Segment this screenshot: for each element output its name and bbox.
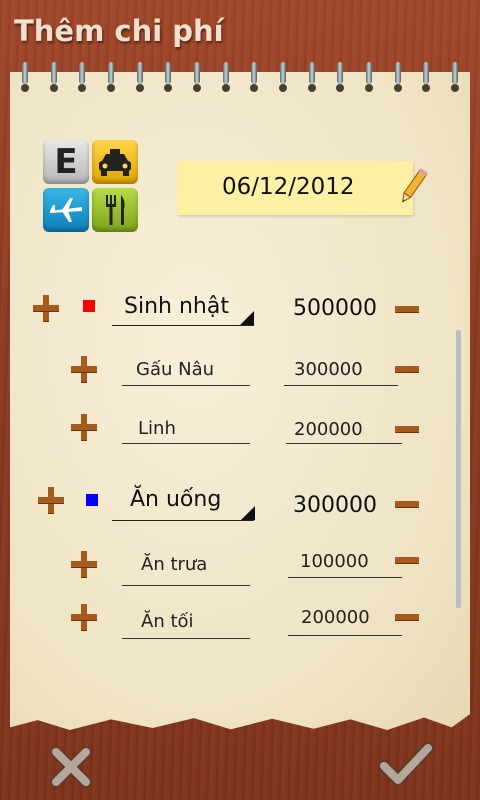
remove-item-button[interactable] [395, 426, 419, 432]
add-subitem-button[interactable] [71, 414, 97, 440]
add-subitem-button[interactable] [71, 356, 97, 382]
item-name-underline [122, 385, 250, 386]
category-name[interactable]: Ăn uống [130, 487, 221, 512]
page-title: Thêm chi phí [14, 14, 224, 48]
item-amount-field[interactable]: 100000 [300, 551, 369, 572]
remove-category-button[interactable] [395, 306, 419, 312]
category-color-swatch [83, 300, 95, 312]
item-amount-field[interactable]: 200000 [301, 607, 370, 628]
remove-item-button[interactable] [395, 366, 419, 372]
item-name-field[interactable]: Gấu Nâu [136, 359, 214, 380]
expense-category-icon[interactable]: E [43, 140, 139, 232]
remove-item-button[interactable] [395, 614, 419, 620]
remove-item-button[interactable] [395, 557, 419, 563]
notebook-spiral [12, 62, 468, 100]
category-amount: 300000 [293, 493, 377, 518]
date-value[interactable]: 06/12/2012 [222, 174, 355, 200]
category-name[interactable]: Sinh nhật [124, 294, 229, 319]
item-name-underline [122, 585, 250, 586]
item-name-field[interactable]: Ăn trưa [141, 554, 207, 575]
scrollbar[interactable] [456, 330, 461, 608]
item-name-field[interactable]: Linh [138, 418, 176, 439]
category-underline [112, 325, 254, 326]
remove-category-button[interactable] [395, 501, 419, 507]
item-name-underline [122, 443, 250, 444]
item-amount-underline [284, 385, 398, 386]
fork-knife-icon [92, 187, 138, 232]
item-name-underline [122, 638, 250, 639]
item-amount-underline [288, 577, 402, 578]
checkmark-icon[interactable] [378, 740, 434, 790]
dropdown-corner-icon[interactable] [240, 311, 254, 325]
item-amount-underline [286, 443, 402, 444]
pencil-icon[interactable] [398, 165, 428, 209]
taxi-icon [92, 140, 138, 184]
add-subitem-button[interactable] [71, 551, 97, 577]
close-icon[interactable] [48, 744, 94, 790]
item-name-field[interactable]: Ăn tối [141, 611, 194, 632]
category-color-swatch [86, 494, 98, 506]
item-amount-field[interactable]: 300000 [294, 359, 363, 380]
airplane-icon [43, 187, 89, 232]
add-subitem-button[interactable] [33, 295, 59, 321]
category-amount: 500000 [293, 296, 377, 321]
dropdown-corner-icon[interactable] [241, 506, 255, 520]
category-underline [112, 520, 254, 521]
add-subitem-button[interactable] [38, 487, 64, 513]
e-tile-icon: E [43, 140, 89, 184]
add-subitem-button[interactable] [71, 604, 97, 630]
item-amount-underline [288, 635, 402, 636]
item-amount-field[interactable]: 200000 [294, 419, 363, 440]
